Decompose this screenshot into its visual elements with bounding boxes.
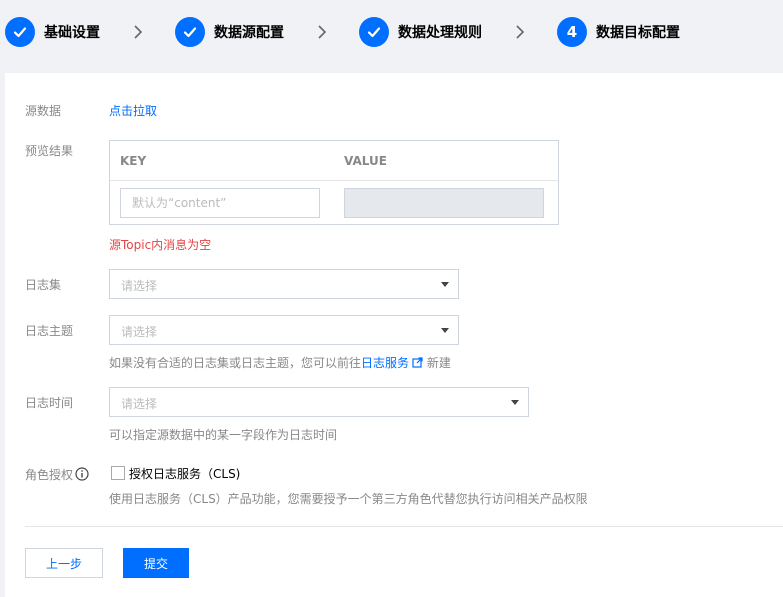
role-auth-hint: 使用日志服务（CLS）产品功能，您需要授予一个第三方角色代替您执行访问相关产品权…	[109, 492, 588, 506]
log-topic-select[interactable]: 请选择	[109, 315, 459, 345]
chevron-right-icon	[132, 24, 144, 40]
role-auth-label: 角色授权	[25, 468, 74, 482]
source-data-label: 源数据	[25, 104, 62, 118]
divider	[25, 526, 783, 527]
form-panel: 源数据 点击拉取 预览结果 KEY VALUE 默认为“content” 源To…	[5, 73, 783, 597]
value-field	[344, 188, 544, 218]
select-placeholder: 请选择	[121, 279, 158, 293]
log-topic-hint: 如果没有合适的日志集或日志主题，您可以前往日志服务 新建	[109, 354, 451, 371]
empty-message-warning: 源Topic内消息为空	[109, 238, 212, 252]
chevron-right-icon	[316, 24, 328, 40]
step-4: 4 数据目标配置	[557, 17, 680, 47]
step-2: 数据源配置	[175, 17, 284, 47]
log-time-label: 日志时间	[25, 396, 74, 410]
step-1: 基础设置	[5, 17, 100, 47]
caret-down-icon	[511, 400, 519, 405]
step-label: 基础设置	[44, 25, 100, 41]
log-topic-label: 日志主题	[25, 324, 74, 338]
step-3: 数据处理规则	[359, 17, 482, 47]
preview-table-header: KEY VALUE	[110, 141, 558, 181]
chevron-right-icon	[514, 24, 526, 40]
key-input[interactable]: 默认为“content”	[120, 188, 320, 218]
logset-label: 日志集	[25, 278, 62, 292]
log-time-hint: 可以指定源数据中的某一字段作为日志时间	[109, 428, 338, 442]
log-service-link[interactable]: 日志服务	[361, 356, 409, 370]
step-label: 数据源配置	[214, 25, 284, 41]
authorize-cls-checkbox[interactable]	[111, 466, 125, 480]
info-icon[interactable]	[75, 467, 89, 481]
hint-text: 新建	[426, 356, 451, 370]
preview-result-label: 预览结果	[25, 144, 74, 158]
fetch-data-link[interactable]: 点击拉取	[109, 102, 157, 119]
check-icon	[359, 17, 389, 47]
key-column-header: KEY	[120, 154, 147, 168]
check-icon	[5, 17, 35, 47]
select-placeholder: 请选择	[121, 325, 158, 339]
caret-down-icon	[441, 282, 449, 287]
preview-table: KEY VALUE 默认为“content”	[109, 140, 559, 225]
previous-step-button[interactable]: 上一步	[25, 548, 103, 578]
check-icon	[175, 17, 205, 47]
step-number: 4	[557, 17, 587, 47]
steps-bar: 基础设置 数据源配置 数据处理规则 4 数据目标配置	[0, 0, 783, 64]
log-time-select[interactable]: 请选择	[109, 387, 529, 417]
authorize-cls-label[interactable]: 授权日志服务（CLS)	[129, 465, 240, 482]
logset-select[interactable]: 请选择	[109, 269, 459, 299]
hint-text: 如果没有合适的日志集或日志主题，您可以前往	[109, 356, 362, 370]
step-label: 数据目标配置	[596, 25, 680, 41]
external-link-icon[interactable]	[412, 357, 423, 368]
submit-button[interactable]: 提交	[123, 548, 189, 578]
step-label: 数据处理规则	[398, 25, 482, 41]
select-placeholder: 请选择	[121, 397, 158, 411]
value-column-header: VALUE	[344, 154, 387, 168]
caret-down-icon	[441, 328, 449, 333]
